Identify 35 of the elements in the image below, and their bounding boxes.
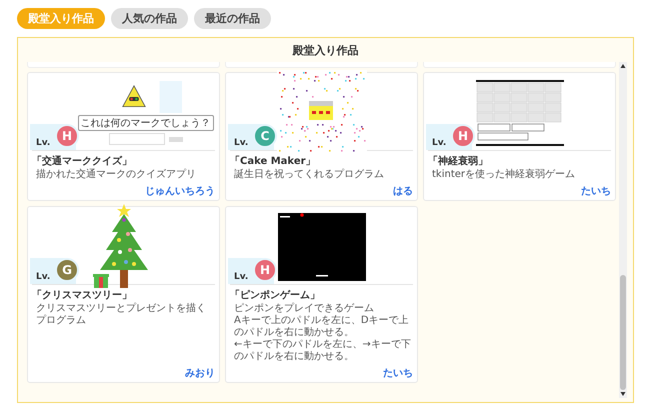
scrollbar[interactable] <box>619 62 627 398</box>
author-link[interactable]: みおり <box>185 363 215 380</box>
project-description: tkinterを使った神経衰弱ゲーム <box>431 169 576 181</box>
author-link[interactable]: たいち <box>383 363 413 380</box>
level-label: Lv. <box>35 272 50 284</box>
project-card[interactable]: Lv. H 「神経衰弱」 tkinterを使った神経衰弱ゲーム たいち <box>423 72 616 201</box>
project-description: 誕生日を祝ってくれるプログラム <box>233 169 385 181</box>
level-label: Lv. <box>233 138 248 150</box>
project-description: 描かれた交通マークのクイズアプリ <box>35 169 197 181</box>
project-card[interactable]: Lv. H 「ピンポンゲーム」 ピンポンをプレイできるゲーム Aキーで上のパドルを左に、Dキーで上のパドルを右に動かせる。 ←キーで下のパドルを左に、→キーで下のパドルを右に動かせる。 たいち <box>225 206 418 383</box>
project-title: 「クリスマスツリー」 <box>32 288 133 302</box>
project-title: 「交通マーククイズ」 <box>32 154 133 168</box>
project-card[interactable]: これは何のマークでしょう？ Lv. H 「交通マーククイズ」 描かれた交通マークのクイズアプリ じゅんいちろう <box>27 72 220 201</box>
panel-title: 殿堂入り作品 <box>292 43 358 59</box>
scroll-up-icon[interactable] <box>620 62 626 70</box>
author-link[interactable]: はる <box>393 181 413 198</box>
project-title: 「神経衰弱」 <box>428 154 489 169</box>
author-link[interactable]: たいち <box>581 181 611 198</box>
scroll-down-icon[interactable] <box>620 390 626 398</box>
level-label: Lv. <box>233 272 248 284</box>
project-description: クリスマスツリーとプレゼントを描くプログラム <box>35 303 207 327</box>
project-title: 「ピンポンゲーム」 <box>230 288 321 302</box>
tab[interactable]: 人気の作品 <box>111 8 188 29</box>
project-description: ピンポンをプレイできるゲーム Aキーで上のパドルを左に、Dキーで上のパドルを右に動かせる。 ←キーで下のパドルを左に、→キーで下のパドルを右に動かせる。 <box>233 303 412 363</box>
project-card[interactable]: Lv. C 「Cake Maker」 誕生日を祝ってくれるプログラム はる <box>225 72 418 201</box>
level-label: Lv. <box>35 138 50 150</box>
submit-button-drawing <box>168 136 182 142</box>
project-card[interactable]: Lv. G 「クリスマスツリー」 クリスマスツリーとプレゼントを描くプログラム みおり <box>27 206 220 383</box>
answer-box <box>108 133 164 145</box>
scrollbar-thumb[interactable] <box>620 275 626 390</box>
tab[interactable]: 最近の作品 <box>194 8 271 29</box>
author-link[interactable]: じゅんいちろう <box>145 181 215 198</box>
project-title: 「Cake Maker」 <box>230 154 317 168</box>
level-label: Lv. <box>431 138 446 150</box>
quiz-prompt: これは何のマークでしょう？ <box>78 115 214 131</box>
